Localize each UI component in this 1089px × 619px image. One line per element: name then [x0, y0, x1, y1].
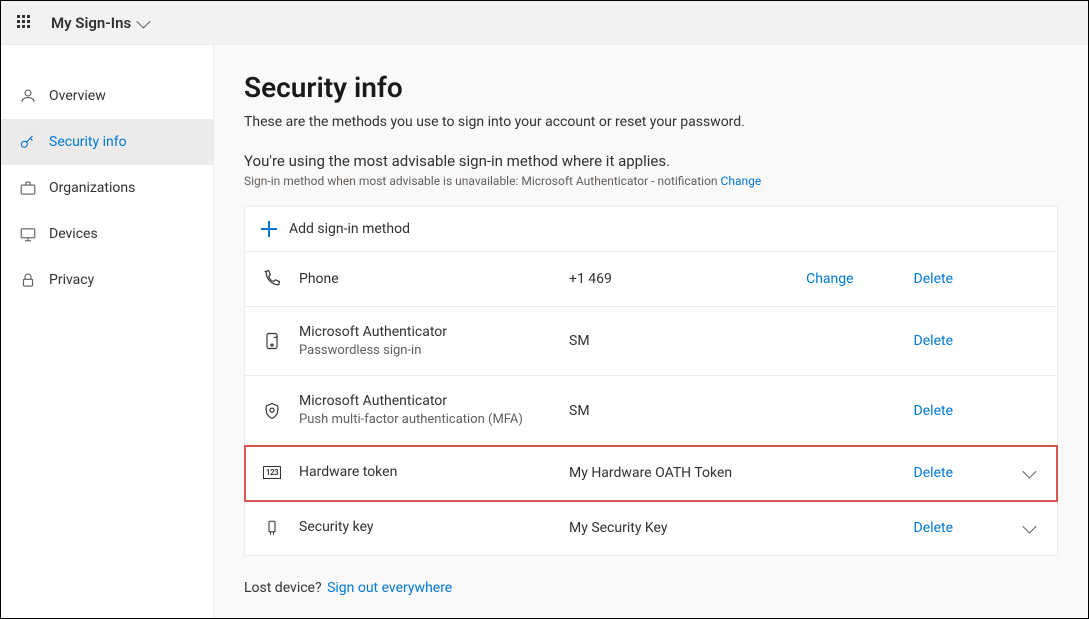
footer-prefix: Lost device?	[244, 580, 325, 596]
method-value: SM	[569, 403, 914, 419]
page-subtitle: These are the methods you use to sign in…	[244, 114, 1058, 130]
change-link[interactable]: Change	[806, 271, 853, 287]
app-title-text: My Sign-Ins	[51, 14, 131, 32]
sidebar-item-privacy[interactable]: Privacy	[1, 257, 213, 303]
main-content: Security info These are the methods you …	[214, 45, 1088, 618]
sidebar-item-security-info[interactable]: Security info	[1, 119, 213, 165]
phone-icon	[261, 268, 283, 290]
lock-icon	[19, 271, 37, 289]
delete-link[interactable]: Delete	[914, 465, 953, 481]
advice-line: You're using the most advisable sign-in …	[244, 152, 1058, 170]
sidebar-item-label: Overview	[49, 88, 106, 104]
sidebar-item-organizations[interactable]: Organizations	[1, 165, 213, 211]
header-bar: My Sign-Ins	[1, 1, 1088, 45]
authenticator-icon	[261, 330, 283, 352]
method-sub: Push multi-factor authentication (MFA)	[299, 411, 569, 429]
methods-card: Add sign-in method Phone +1 469 Change D…	[244, 206, 1058, 556]
method-row-authenticator-passwordless: Microsoft Authenticator Passwordless sig…	[245, 307, 1057, 376]
delete-link[interactable]: Delete	[914, 403, 953, 419]
sidebar: Overview Security info Organizations Dev…	[1, 45, 214, 618]
briefcase-icon	[19, 179, 37, 197]
hardware-token-icon: 123	[261, 462, 283, 484]
sidebar-item-label: Security info	[49, 134, 127, 150]
method-row-phone: Phone +1 469 Change Delete	[245, 252, 1057, 307]
expand-chevron-icon[interactable]	[1022, 519, 1036, 533]
method-name: Security key	[299, 518, 569, 537]
sidebar-item-overview[interactable]: Overview	[1, 73, 213, 119]
method-value: My Hardware OATH Token	[569, 465, 914, 481]
sidebar-item-devices[interactable]: Devices	[1, 211, 213, 257]
method-value: My Security Key	[569, 520, 914, 536]
method-name: Microsoft Authenticator	[299, 323, 569, 342]
app-launcher-icon[interactable]	[17, 15, 33, 31]
method-sub: Passwordless sign-in	[299, 342, 569, 360]
add-sign-in-method-button[interactable]: Add sign-in method	[245, 207, 1057, 252]
plus-icon	[261, 221, 277, 237]
method-name: Microsoft Authenticator	[299, 392, 569, 411]
sidebar-item-label: Privacy	[49, 272, 94, 288]
sign-out-everywhere-link[interactable]: Sign out everywhere	[327, 580, 452, 596]
sidebar-item-label: Organizations	[49, 180, 135, 196]
add-method-label: Add sign-in method	[289, 221, 410, 237]
method-name: Phone	[299, 270, 569, 289]
delete-link[interactable]: Delete	[914, 520, 953, 536]
security-key-icon	[261, 517, 283, 539]
lost-device-line: Lost device? Sign out everywhere	[244, 580, 1058, 596]
advice-sub-text: Sign-in method when most advisable is un…	[244, 174, 721, 188]
method-row-security-key: Security key My Security Key Delete	[245, 501, 1057, 555]
person-icon	[19, 87, 37, 105]
advice-change-link[interactable]: Change	[721, 174, 762, 188]
method-name: Hardware token	[299, 463, 569, 482]
sidebar-item-label: Devices	[49, 226, 98, 242]
app-title-dropdown[interactable]: My Sign-Ins	[51, 14, 147, 32]
monitor-icon	[19, 225, 37, 243]
page-title: Security info	[244, 71, 1058, 104]
delete-link[interactable]: Delete	[914, 271, 953, 287]
advice-sub: Sign-in method when most advisable is un…	[244, 174, 1058, 188]
key-icon	[19, 133, 37, 151]
chevron-down-icon	[137, 14, 151, 28]
method-value: SM	[569, 333, 914, 349]
method-row-hardware-token: 123 Hardware token My Hardware OATH Toke…	[245, 446, 1057, 501]
method-value: +1 469	[569, 271, 806, 287]
method-row-authenticator-push: Microsoft Authenticator Push multi-facto…	[245, 376, 1057, 445]
delete-link[interactable]: Delete	[914, 333, 953, 349]
authenticator-badge-icon	[261, 400, 283, 422]
expand-chevron-icon[interactable]	[1022, 464, 1036, 478]
